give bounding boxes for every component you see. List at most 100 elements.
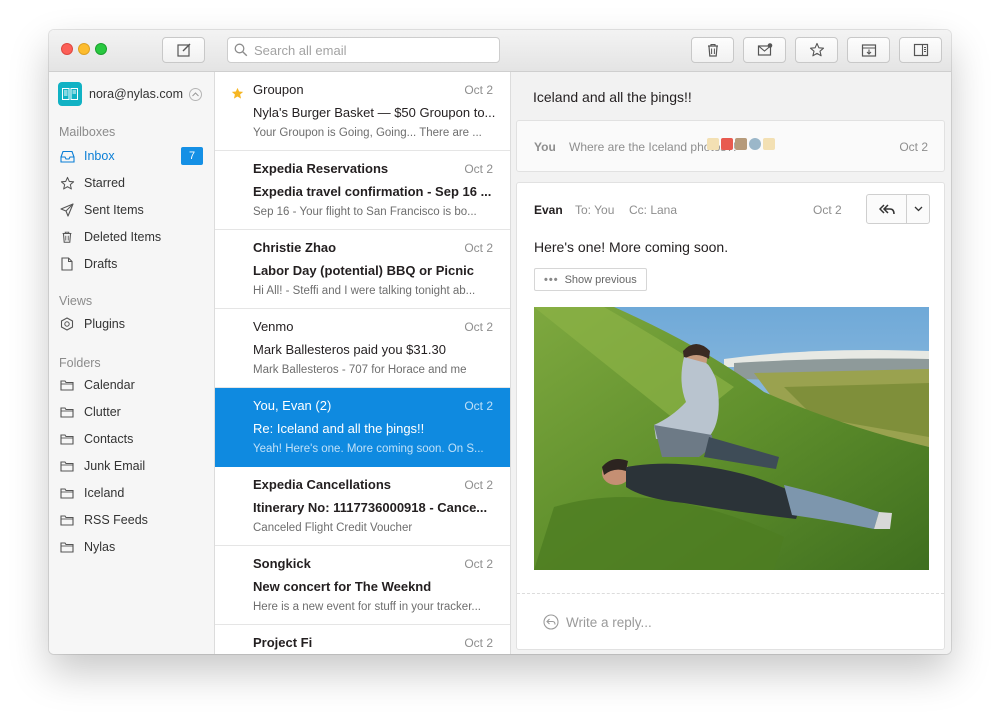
trash-button[interactable] bbox=[691, 37, 734, 63]
sidebar-item-drafts[interactable]: Drafts bbox=[59, 253, 205, 275]
folder-icon bbox=[59, 458, 75, 474]
message-recipients: To: You bbox=[575, 203, 615, 217]
show-previous-label: Show previous bbox=[564, 273, 637, 286]
thread-snippet: Your Groupon is Going, Going... There ar… bbox=[253, 127, 482, 139]
trash-icon bbox=[59, 229, 75, 245]
archive-button[interactable] bbox=[847, 37, 890, 63]
draft-icon bbox=[59, 256, 75, 272]
sidebar-item-label: Drafts bbox=[84, 257, 118, 271]
thread-date: Oct 2 bbox=[464, 636, 493, 650]
compose-button[interactable] bbox=[162, 37, 205, 63]
expanded-message: Evan To: You Cc: Lana Oct 2 Here's one! … bbox=[516, 182, 945, 650]
thread-date: Oct 2 bbox=[464, 557, 493, 571]
thread-date: Oct 2 bbox=[464, 320, 493, 334]
thread-row[interactable]: Groupon Oct 2 Nyla's Burger Basket — $50… bbox=[215, 72, 510, 151]
attached-photo[interactable] bbox=[534, 307, 929, 570]
sidebar-item-inbox[interactable]: Inbox 7 bbox=[59, 145, 205, 167]
folder-icon bbox=[59, 431, 75, 447]
iceland-photo-image bbox=[534, 307, 929, 570]
unread-dot-icon bbox=[231, 167, 242, 178]
sidebar-item-starred[interactable]: Starred bbox=[59, 172, 205, 194]
send-icon bbox=[59, 202, 75, 218]
collapsed-message[interactable]: You Where are the Iceland photos?! Oct 2 bbox=[516, 120, 945, 172]
sidebar: nora@nylas.com Mailboxes Inbox 7 Starred… bbox=[49, 72, 215, 654]
unread-dot-icon bbox=[231, 246, 242, 257]
message-body: Here's one! More coming soon. bbox=[534, 239, 729, 255]
thread-sender: Groupon bbox=[253, 82, 304, 97]
thread-sender: Venmo bbox=[253, 319, 294, 334]
unread-dot-icon bbox=[231, 562, 242, 573]
reply-all-button[interactable] bbox=[867, 195, 907, 223]
thread-subject: Mark Ballesteros paid you $31.30 bbox=[253, 342, 446, 357]
thread-row[interactable]: Venmo Oct 2 Mark Ballesteros paid you $3… bbox=[215, 309, 510, 388]
thread-subject: Labor Day (potential) BBQ or Picnic bbox=[253, 263, 475, 278]
thread-row[interactable]: Expedia Cancellations Oct 2 Itinerary No… bbox=[215, 467, 510, 546]
thread-sender: Expedia Reservations bbox=[253, 161, 389, 176]
sidebar-toggle-button[interactable] bbox=[899, 37, 942, 63]
toolbar bbox=[49, 30, 951, 72]
message-sender: You bbox=[534, 140, 556, 154]
inbox-icon bbox=[59, 148, 75, 164]
sidebar-item-label: Contacts bbox=[84, 432, 134, 446]
message-actions-menu-button[interactable] bbox=[907, 195, 929, 223]
reply-icon bbox=[543, 614, 559, 630]
mark-unread-button[interactable] bbox=[743, 37, 786, 63]
thread-snippet: Canceled Flight Credit Voucher bbox=[253, 522, 413, 534]
thread-subject: New concert for The Weeknd bbox=[253, 579, 432, 594]
views-heading: Views bbox=[59, 294, 93, 308]
sidebar-item-label: Clutter bbox=[84, 405, 121, 419]
thread-date: Oct 2 bbox=[464, 241, 493, 255]
thread-snippet: Hi All! - Steffi and I were talking toni… bbox=[253, 285, 476, 297]
sidebar-item-label: Junk Email bbox=[84, 459, 146, 473]
message-cc: Cc: Lana bbox=[629, 203, 678, 217]
search-bar[interactable] bbox=[227, 37, 500, 63]
folder-icon bbox=[59, 485, 75, 501]
sidebar-item-rss-feeds[interactable]: RSS Feeds bbox=[59, 509, 205, 531]
zoom-window-button[interactable] bbox=[95, 43, 107, 55]
thread-snippet: Sep 16 - Your flight to San Francisco is… bbox=[253, 206, 477, 218]
thread-title: Iceland and all the þings!! bbox=[533, 89, 692, 105]
minimize-window-button[interactable] bbox=[78, 43, 90, 55]
star-button[interactable] bbox=[795, 37, 838, 63]
thread-row[interactable]: Songkick Oct 2 New concert for The Weekn… bbox=[215, 546, 510, 625]
thread-date: Oct 2 bbox=[464, 162, 493, 176]
sidebar-item-label: Plugins bbox=[84, 317, 125, 331]
thread-row[interactable]: Christie Zhao Oct 2 Labor Day (potential… bbox=[215, 230, 510, 309]
account-chevron-icon[interactable] bbox=[188, 87, 202, 101]
sidebar-item-nylas[interactable]: Nylas bbox=[59, 536, 205, 558]
sidebar-item-sent[interactable]: Sent Items bbox=[59, 199, 205, 221]
account-switcher[interactable]: nora@nylas.com bbox=[58, 82, 208, 106]
reply-placeholder: Write a reply... bbox=[566, 615, 652, 630]
star-icon bbox=[59, 175, 75, 191]
sidebar-item-clutter[interactable]: Clutter bbox=[59, 401, 205, 423]
thread-sender: Expedia Cancellations bbox=[253, 477, 391, 492]
thread-row[interactable]: Project Fi Oct 2 bbox=[215, 625, 510, 654]
folder-icon bbox=[59, 404, 75, 420]
sidebar-item-label: Sent Items bbox=[84, 203, 144, 217]
sidebar-item-contacts[interactable]: Contacts bbox=[59, 428, 205, 450]
sidebar-item-junk-email[interactable]: Junk Email bbox=[59, 455, 205, 477]
reply-box[interactable]: Write a reply... bbox=[517, 593, 944, 649]
sidebar-item-deleted[interactable]: Deleted Items bbox=[59, 226, 205, 248]
star-icon[interactable] bbox=[231, 87, 244, 99]
sidebar-item-label: RSS Feeds bbox=[84, 513, 148, 527]
folder-icon bbox=[59, 512, 75, 528]
mailboxes-heading: Mailboxes bbox=[59, 125, 116, 139]
sidebar-item-plugins[interactable]: Plugins bbox=[59, 313, 205, 335]
sidebar-item-iceland[interactable]: Iceland bbox=[59, 482, 205, 504]
thread-date: Oct 2 bbox=[464, 399, 493, 413]
thread-row[interactable]: Expedia Reservations Oct 2 Expedia trave… bbox=[215, 151, 510, 230]
sidebar-item-calendar[interactable]: Calendar bbox=[59, 374, 205, 396]
show-previous-button[interactable]: ••• Show previous bbox=[534, 268, 647, 291]
account-icon bbox=[62, 88, 78, 100]
thread-sender: Project Fi bbox=[253, 635, 313, 650]
star-icon bbox=[809, 42, 824, 57]
close-window-button[interactable] bbox=[61, 43, 73, 55]
reply-actions bbox=[866, 194, 930, 224]
mark-unread-icon bbox=[757, 43, 772, 56]
thread-sender: Songkick bbox=[253, 556, 311, 571]
ellipsis-icon: ••• bbox=[544, 273, 559, 286]
unread-count-badge: 7 bbox=[181, 147, 203, 165]
thread-row-selected[interactable]: You, Evan (2) Oct 2 Re: Iceland and all … bbox=[215, 388, 510, 467]
search-input[interactable] bbox=[254, 42, 484, 58]
